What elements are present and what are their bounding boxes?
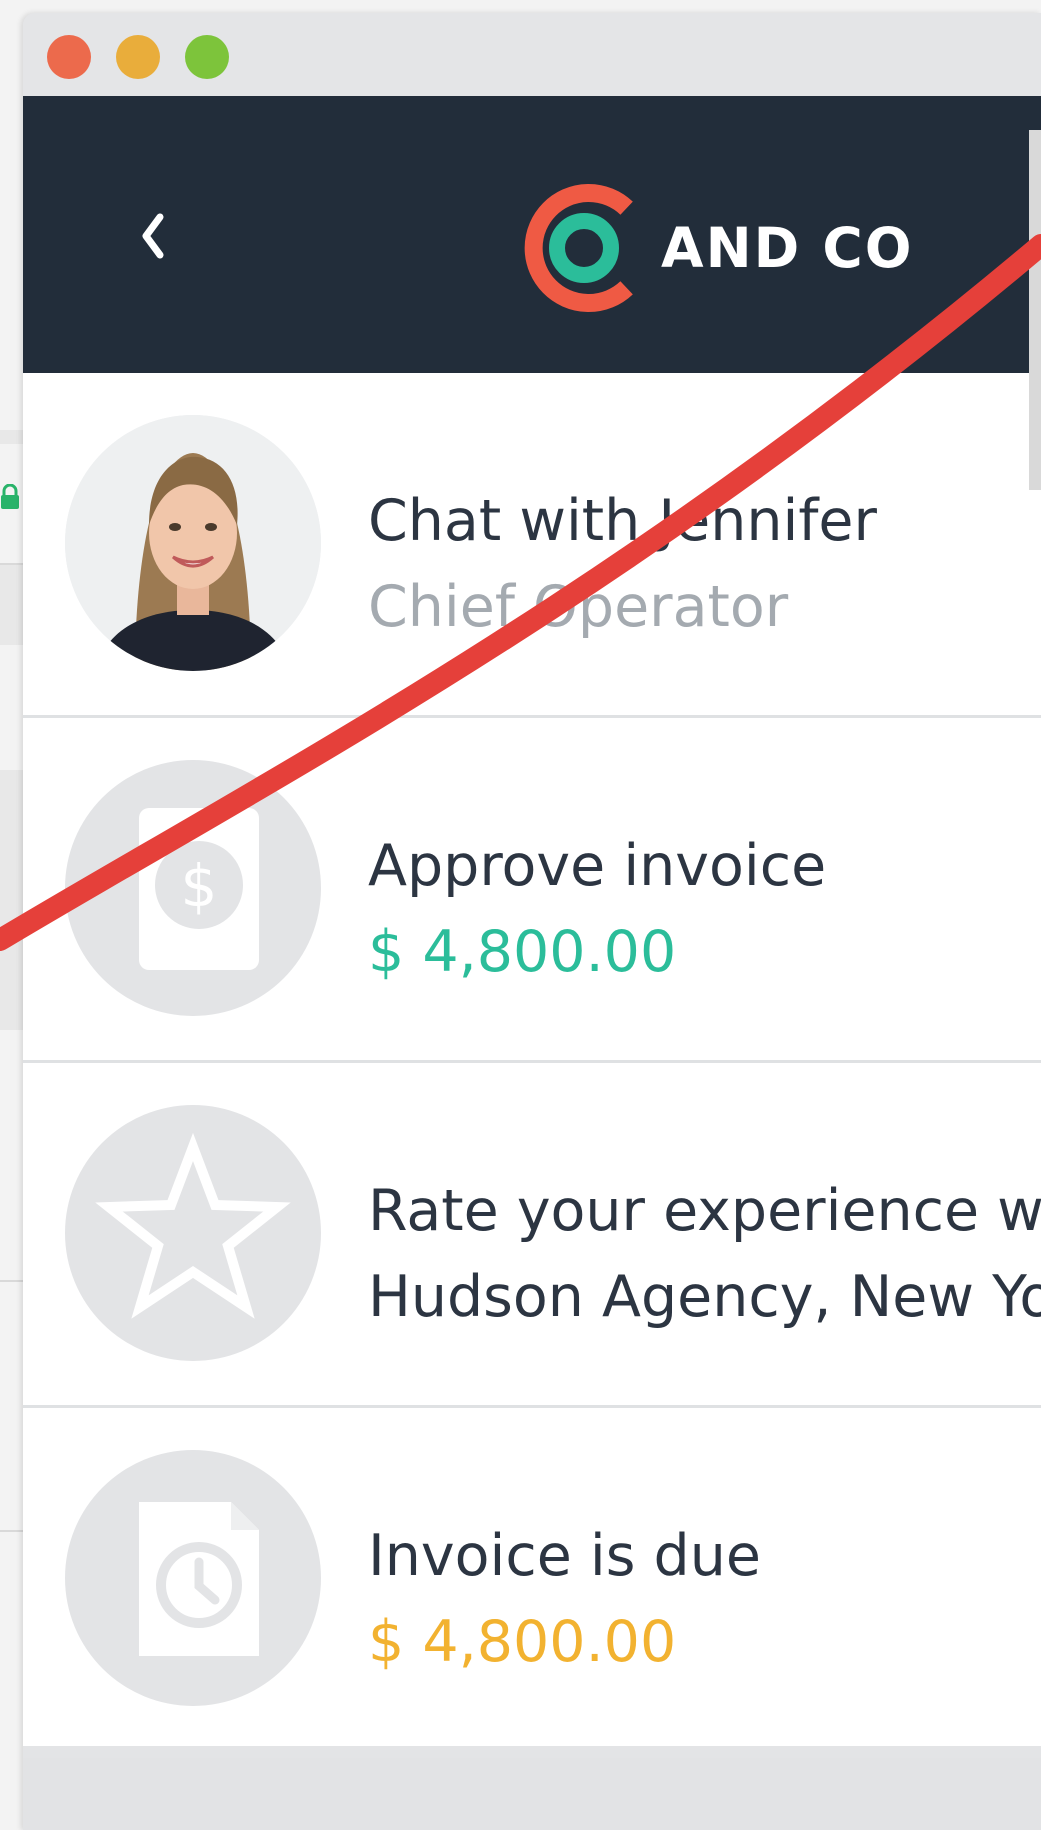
svg-text:$: $ [181,852,218,920]
rate-experience-subtitle: Hudson Agency, New York [368,1264,1041,1330]
action-list: Chat with Jennifer Chief Operator $ Appr… [23,373,1041,1746]
invoice-clock-icon [139,1502,259,1656]
zoom-window-button[interactable] [185,35,229,79]
list-item-approve-invoice[interactable]: $ Approve invoice $ 4,800.00 [23,718,1041,1063]
invoice-dollar-icon: $ [139,808,259,970]
invoice-due-text: Invoice is due $ 4,800.00 [368,1513,1041,1685]
background-window-strip [0,430,24,444]
avatar [65,415,321,671]
rate-experience-title: Rate your experience with [368,1178,1041,1244]
app-window: AND CO Chat with Jennifer Chief Operator… [23,13,1041,1830]
title-bar [23,13,1041,96]
logo-mark-icon [524,184,633,312]
invoice-due-title: Invoice is due [368,1523,761,1589]
chat-title: Chat with Jennifer [368,488,877,554]
star-icon-circle [65,1105,321,1361]
approve-invoice-text: Approve invoice $ 4,800.00 [368,823,1041,995]
approve-invoice-amount: $ 4,800.00 [368,919,677,985]
chat-text: Chat with Jennifer Chief Operator [368,478,1041,650]
chevron-left-icon [142,213,164,259]
approve-invoice-title: Approve invoice [368,833,827,899]
list-item-rate-experience[interactable]: Rate your experience with Hudson Agency,… [23,1063,1041,1408]
rate-experience-text: Rate your experience with Hudson Agency,… [368,1168,1041,1340]
star-icon [95,1132,291,1319]
back-button[interactable] [123,196,183,276]
invoice-due-amount: $ 4,800.00 [368,1609,677,1675]
footer-bar [23,1758,1041,1830]
scrollbar[interactable] [1029,130,1041,490]
app-header: AND CO [23,96,1041,373]
minimize-window-button[interactable] [116,35,160,79]
lock-icon [1,484,19,509]
background-window-strip [0,565,24,645]
background-divider [0,1280,24,1282]
list-item-invoice-due[interactable]: Invoice is due $ 4,800.00 [23,1408,1041,1746]
avatar-photo [65,415,321,671]
list-item-chat[interactable]: Chat with Jennifer Chief Operator [23,373,1041,718]
chat-subtitle: Chief Operator [368,574,789,640]
and-co-logo: AND CO [518,182,938,314]
background-window-strip [0,770,24,1030]
invoice-clock-icon-circle [65,1450,321,1706]
invoice-dollar-icon-circle: $ [65,760,321,1016]
logo-text: AND CO [661,216,914,280]
close-window-button[interactable] [47,35,91,79]
background-divider [0,1530,24,1532]
